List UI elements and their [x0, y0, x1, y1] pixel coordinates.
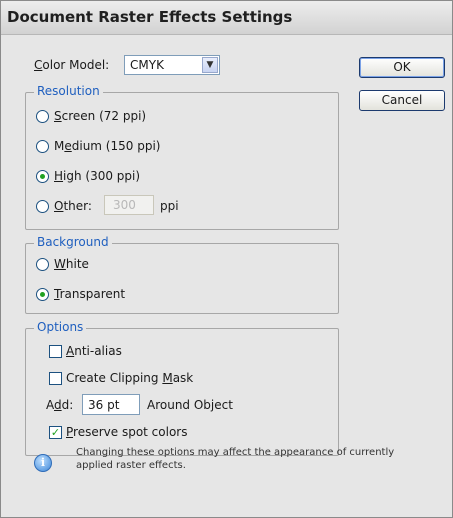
add-suffix: Around Object [147, 398, 233, 412]
raster-effects-dialog: Document Raster Effects Settings Color M… [0, 0, 453, 518]
radio-transparent-label[interactable]: Transparent [54, 287, 125, 301]
radio-transparent[interactable] [36, 288, 49, 301]
anti-alias-checkbox[interactable] [49, 345, 62, 358]
info-text: Changing these options may affect the ap… [76, 447, 395, 471]
resolution-group: Resolution Screen (72 ppi) Medium (150 p… [25, 84, 339, 230]
options-group: Options Anti-alias Create Clipping Mask … [25, 320, 339, 456]
clipping-mask-checkbox[interactable] [49, 372, 62, 385]
clipping-mask-label[interactable]: Create Clipping Mask [66, 371, 193, 385]
ok-button[interactable]: OK [359, 57, 445, 78]
chevron-down-icon[interactable]: ▼ [202, 57, 218, 73]
color-model-value: CMYK [130, 58, 164, 72]
background-group: Background White Transparent [25, 235, 339, 314]
color-model-select[interactable]: CMYK ▼ [124, 55, 220, 75]
info-icon: i [34, 454, 52, 472]
add-input[interactable]: 36 pt [82, 394, 140, 415]
options-legend: Options [34, 320, 87, 334]
cancel-button[interactable]: Cancel [359, 90, 445, 111]
color-model-label: Color Model: [34, 58, 110, 72]
radio-medium-label[interactable]: Medium (150 ppi) [54, 139, 160, 153]
preserve-spot-label[interactable]: Preserve spot colors [66, 425, 187, 439]
other-ppi-input[interactable]: 300 [104, 195, 154, 215]
other-ppi-value: 300 [113, 198, 136, 212]
radio-screen-label[interactable]: Screen (72 ppi) [54, 109, 146, 123]
radio-high-label[interactable]: High (300 ppi) [54, 169, 140, 183]
radio-other-label[interactable]: Other: [54, 199, 92, 213]
preserve-spot-checkbox[interactable]: ✓ [49, 426, 62, 439]
resolution-legend: Resolution [34, 84, 103, 98]
anti-alias-label[interactable]: Anti-alias [66, 344, 122, 358]
add-value: 36 pt [88, 398, 120, 412]
radio-white[interactable] [36, 258, 49, 271]
radio-medium[interactable] [36, 140, 49, 153]
radio-other[interactable] [36, 200, 49, 213]
radio-white-label[interactable]: White [54, 257, 89, 271]
radio-screen[interactable] [36, 110, 49, 123]
add-label: Add: [46, 398, 74, 412]
dialog-title: Document Raster Effects Settings [7, 8, 293, 26]
dialog-content: Color Model: CMYK ▼ OK Cancel Resolution… [1, 35, 452, 517]
radio-high[interactable] [36, 170, 49, 183]
title-bar[interactable]: Document Raster Effects Settings [1, 1, 452, 35]
background-legend: Background [34, 235, 112, 249]
other-ppi-unit: ppi [160, 199, 179, 213]
